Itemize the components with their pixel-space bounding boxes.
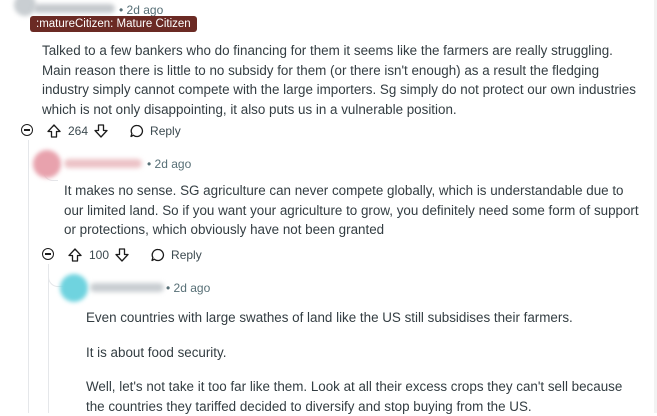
comment-body: Talked to a few bankers who do financing… [42,41,642,119]
username-redacted[interactable] [90,283,164,292]
reply-label: Reply [150,124,181,138]
collapse-thread-icon[interactable] [21,124,33,136]
user-flair: :matureCitizen: Mature Citizen [30,16,197,32]
comment-paragraph: It makes no sense. SG agriculture can ne… [64,183,639,237]
comment-paragraph: Well, let's not take it too far like the… [86,379,623,414]
downvote-icon[interactable] [114,247,130,263]
avatar[interactable] [60,274,88,302]
collapse-thread-icon[interactable] [42,248,54,260]
thread-line-comment2 [48,264,49,413]
downvote-icon[interactable] [93,123,109,139]
avatar[interactable] [33,150,61,178]
comment-timestamp: • 2d ago [166,281,211,295]
comment-timestamp: • 2d ago [147,157,192,171]
reply-icon [151,248,165,262]
vote-count: 100 [89,248,110,262]
username-redacted[interactable] [64,159,142,168]
username-redacted[interactable] [33,4,115,13]
comment-body: It makes no sense. SG agriculture can ne… [64,181,644,240]
comment-body: Even countries with large swathes of lan… [86,308,644,416]
reply-icon [130,124,144,138]
comment-timestamp: • 2d ago [119,3,164,17]
comment-actions: 100 Reply [67,245,202,265]
comment-actions: 264 Reply [46,121,181,141]
comment-paragraph: Talked to a few bankers who do financing… [42,43,636,117]
reply-button[interactable]: Reply [150,247,202,263]
comment-paragraph: Even countries with large swathes of lan… [86,310,573,325]
vote-count: 264 [68,124,89,138]
upvote-icon[interactable] [67,247,83,263]
reply-label: Reply [171,248,202,262]
comment-paragraph: It is about food security. [86,344,227,360]
upvote-icon[interactable] [46,123,62,139]
thread-line-comment1 [28,140,29,413]
reply-button[interactable]: Reply [129,123,181,139]
